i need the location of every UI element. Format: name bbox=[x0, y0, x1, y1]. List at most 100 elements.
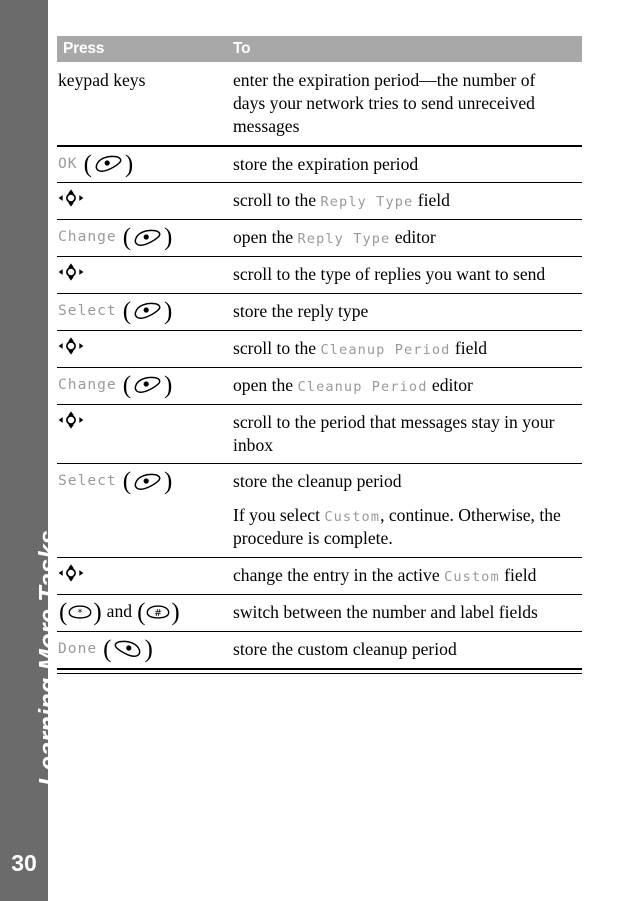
instruction-paragraph: open the Reply Type editor bbox=[233, 226, 572, 249]
instruction-paragraph: scroll to the period that messages stay … bbox=[233, 411, 572, 457]
table-cell-press: Change () bbox=[57, 219, 226, 257]
softkey-label: Change bbox=[58, 228, 117, 246]
instruction-text: store the reply type bbox=[233, 301, 369, 322]
table-cell-to: scroll to the period that messages stay … bbox=[226, 403, 582, 464]
softkey-label: OK bbox=[58, 154, 78, 172]
paren-open: ( bbox=[122, 371, 132, 399]
screen-field-name: Cleanup Period bbox=[297, 378, 428, 395]
table-cell-to: store the expiration period bbox=[226, 144, 582, 183]
instruction-paragraph: store the reply type bbox=[233, 300, 572, 323]
table-cell-to: store the custom cleanup period bbox=[226, 630, 582, 668]
screen-field-name: Reply Type bbox=[320, 194, 414, 211]
press-key-combo: () and() bbox=[58, 598, 220, 626]
softkey-label: Change bbox=[58, 375, 117, 393]
screen-field-name: Cleanup Period bbox=[320, 341, 451, 358]
press-key-combo bbox=[58, 563, 220, 582]
table-row: Select () store the cleanup period If you s… bbox=[57, 463, 582, 558]
table-row: change the entry in the active Custom fi… bbox=[57, 556, 582, 595]
paren-close: ) bbox=[171, 598, 180, 626]
softkey-left-icon bbox=[133, 376, 162, 394]
table-header-row: Press To bbox=[57, 36, 582, 63]
instruction-paragraph: open the Cleanup Period editor bbox=[233, 374, 572, 397]
screen-field-name: Reply Type bbox=[297, 231, 391, 248]
table-cell-to: store the cleanup period If you select Cu… bbox=[226, 463, 582, 558]
chapter-title: Learning More Tasks bbox=[0, 529, 63, 811]
press-key-combo: Select () bbox=[58, 298, 220, 326]
press-key-combo: Change () bbox=[58, 371, 220, 399]
softkey-left-icon bbox=[133, 302, 162, 320]
softkey-label: Select bbox=[58, 302, 117, 320]
table-cell-press: Select () bbox=[57, 463, 226, 558]
instruction-text: store the custom cleanup period bbox=[233, 638, 457, 659]
press-key-combo bbox=[58, 336, 220, 355]
screen-field-name: Custom bbox=[324, 509, 381, 526]
instruction-text: scroll to the type of replies you want t… bbox=[233, 264, 546, 285]
instruction-paragraph: switch between the number and label fiel… bbox=[233, 601, 572, 624]
navigation-key-icon bbox=[58, 336, 84, 355]
softkey-left-icon bbox=[133, 473, 162, 491]
navigation-key-icon bbox=[58, 189, 84, 208]
instruction-paragraph: store the custom cleanup period bbox=[233, 638, 572, 661]
paren-open: ( bbox=[122, 468, 132, 496]
instruction-paragraph: store the expiration period bbox=[233, 153, 572, 176]
paren-close: ) bbox=[93, 598, 102, 626]
instruction-paragraph: change the entry in the active Custom fi… bbox=[233, 564, 572, 587]
paren-open: ( bbox=[103, 635, 112, 663]
instruction-text: editor bbox=[390, 227, 436, 248]
page-content: Press To keypad keys enter the expiration… bbox=[57, 36, 582, 674]
instruction-paragraph: scroll to the Cleanup Period field bbox=[233, 337, 572, 360]
softkey-right-icon bbox=[113, 640, 142, 658]
press-key-combo bbox=[58, 263, 220, 282]
table-row: OK () store the expiration period bbox=[57, 144, 582, 183]
instruction-paragraph: store the cleanup period bbox=[233, 470, 572, 493]
table-cell-press: Select () bbox=[57, 293, 226, 331]
paren-open: ( bbox=[83, 150, 92, 178]
table-cell-to: change the entry in the active Custom fi… bbox=[226, 556, 582, 595]
table-cell-press bbox=[57, 182, 226, 220]
instruction-text: store the expiration period bbox=[233, 153, 419, 174]
procedure-table: Press To keypad keys enter the expiration… bbox=[57, 36, 582, 668]
table-cell-to: enter the expiration period—the number o… bbox=[226, 62, 582, 146]
table-row: scroll to the Reply Type field bbox=[57, 182, 582, 220]
table-cell-to: open the Reply Type editor bbox=[226, 219, 582, 257]
table-cell-to: switch between the number and label fiel… bbox=[226, 593, 582, 632]
table-cell-press bbox=[57, 556, 226, 595]
press-key-combo bbox=[58, 410, 220, 429]
paren-open: ( bbox=[137, 598, 146, 626]
paren-close: ) bbox=[124, 150, 134, 178]
table-row: scroll to the Cleanup Period field bbox=[57, 329, 582, 368]
press-key-combo: Done () bbox=[58, 635, 220, 663]
table-row: keypad keys enter the expiration period—t… bbox=[57, 62, 582, 146]
instruction-paragraph: scroll to the Reply Type field bbox=[233, 189, 572, 212]
table-row: scroll to the period that messages stay … bbox=[57, 403, 582, 464]
table-cell-to: store the reply type bbox=[226, 293, 582, 331]
column-header-press: Press bbox=[57, 36, 226, 63]
press-key-combo: Change () bbox=[58, 224, 220, 252]
instruction-text: open the bbox=[233, 227, 298, 248]
instruction-paragraph: scroll to the type of replies you want t… bbox=[233, 263, 572, 286]
paren-open: ( bbox=[59, 598, 68, 626]
table-cell-to: open the Cleanup Period editor bbox=[226, 366, 582, 405]
table-cell-press bbox=[57, 256, 226, 294]
paren-close: ) bbox=[144, 635, 153, 663]
table-row: Done () store the custom cleanup period bbox=[57, 630, 582, 668]
navigation-key-icon bbox=[58, 263, 84, 282]
paren-close: ) bbox=[164, 468, 173, 496]
paren-close: ) bbox=[164, 224, 173, 252]
instruction-text: scroll to the bbox=[233, 190, 321, 211]
table-cell-to: scroll to the Reply Type field bbox=[226, 182, 582, 220]
instruction-paragraph: If you select Custom, continue. Otherwis… bbox=[233, 504, 572, 550]
table-bottom-rule-second bbox=[57, 672, 582, 674]
instruction-text: scroll to the period that messages stay … bbox=[233, 411, 555, 455]
chapter-sidebar: Learning More Tasks 30 bbox=[0, 0, 63, 901]
press-key-combo bbox=[58, 189, 220, 208]
paren-close: ) bbox=[164, 298, 173, 326]
table-cell-to: scroll to the Cleanup Period field bbox=[226, 329, 582, 368]
instruction-text: change the entry in the active bbox=[233, 564, 445, 585]
softkey-left-icon bbox=[94, 155, 123, 173]
paren-open: ( bbox=[122, 298, 132, 326]
column-header-to: To bbox=[226, 36, 582, 63]
table-cell-press: Change () bbox=[57, 366, 226, 405]
table-row: () and() switch between the number and lab… bbox=[57, 593, 582, 632]
table-cell-press bbox=[57, 329, 226, 368]
